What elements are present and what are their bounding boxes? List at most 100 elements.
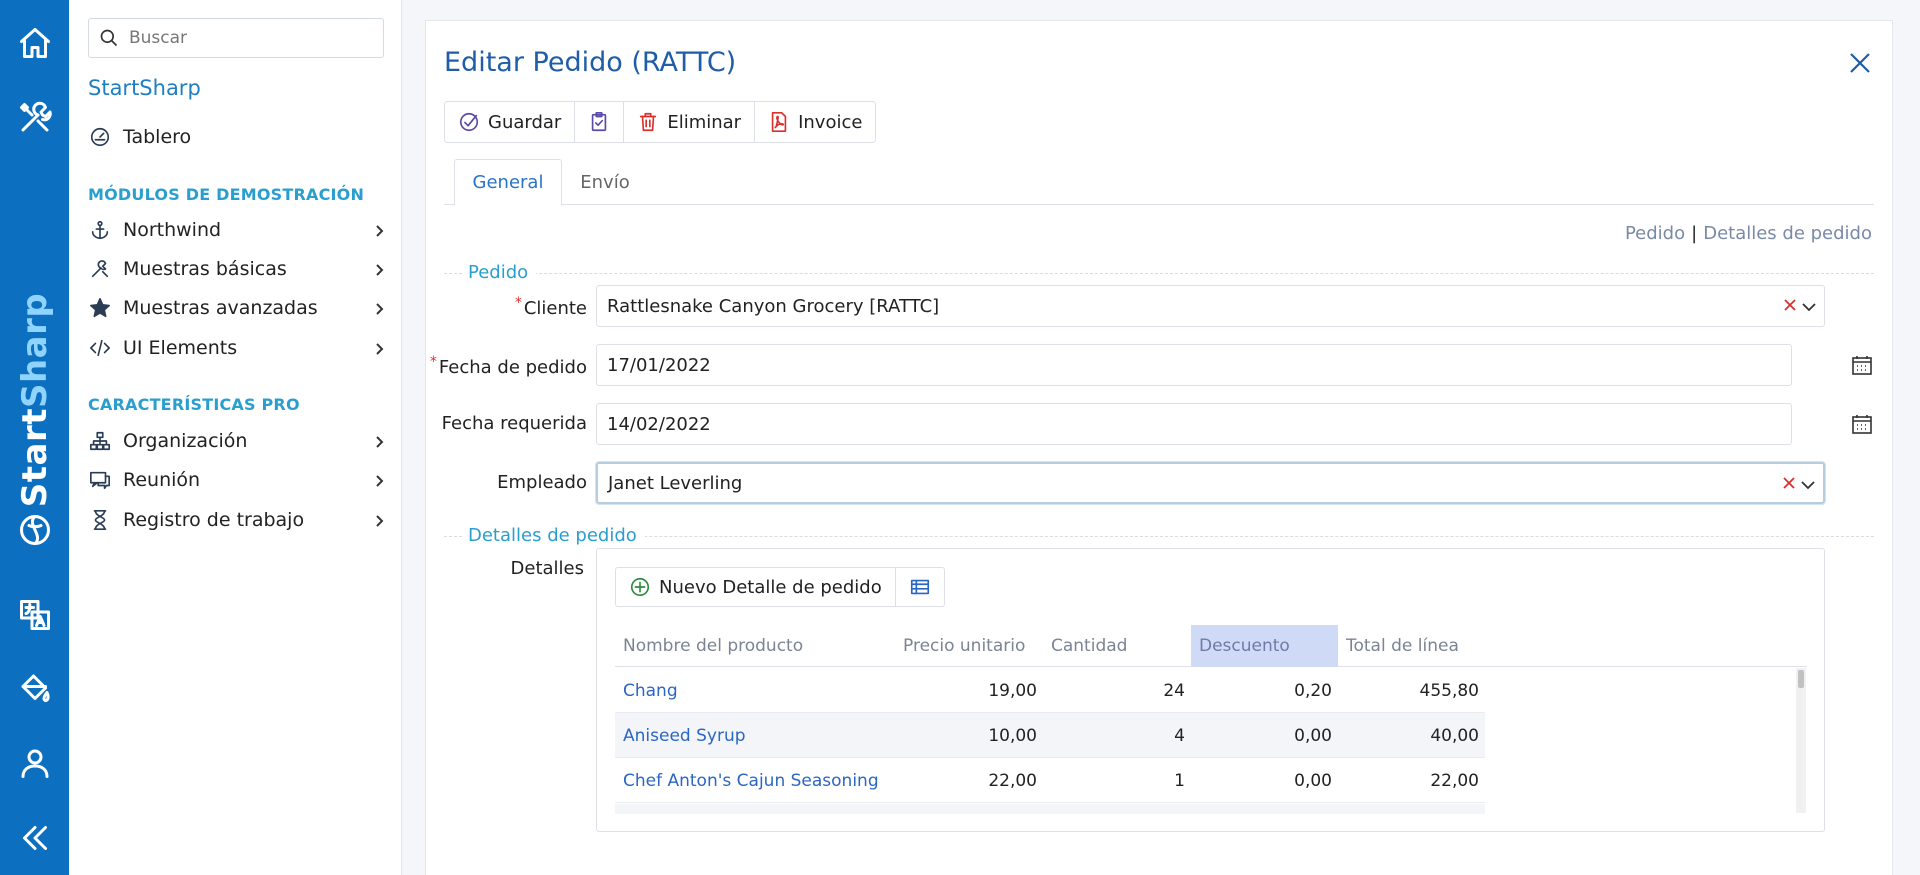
close-dialog-button[interactable] [1846,49,1874,77]
collapse-sidebar-icon[interactable] [0,813,69,863]
grid-vertical-scrollbar[interactable] [1796,668,1806,813]
cell-line-total: 22,00 [1430,770,1479,791]
chevron-right-icon [372,300,388,316]
detalles-label: Detalles [510,558,584,579]
cell-quantity: 24 [1163,680,1185,701]
sidebar-item-organization[interactable]: Organización [88,425,388,457]
tools-icon[interactable] [0,93,69,143]
col-header-line-total[interactable]: Total de línea [1338,625,1485,667]
clear-icon[interactable] [1781,475,1797,491]
cliente-label: * Cliente [514,295,587,319]
calendar-icon[interactable] [1850,353,1874,377]
sidebar: StartSharp Tablero MÓDULOS DE DEMOSTRACI… [69,0,402,875]
chevron-right-icon [372,222,388,238]
grid-header: Nombre del producto Precio unitario Cant… [615,625,1807,667]
sidebar-item-label: Registro de trabajo [123,509,305,531]
search-input[interactable] [129,28,369,48]
category-links: Pedido | Detalles de pedido [1625,223,1872,244]
sidebar-item-label: UI Elements [123,337,238,359]
grid-toolbar: Nuevo Detalle de pedido [615,567,945,607]
column-picker-button[interactable] [896,568,944,606]
sidebar-item-northwind[interactable]: Northwind [88,214,388,246]
cliente-select[interactable]: Rattlesnake Canyon Grocery [RATTC] [596,285,1825,327]
sitemap-icon [88,429,112,453]
cell-price: 22,00 [988,770,1037,791]
delete-button[interactable]: Eliminar [624,102,756,142]
category-title: Detalles de pedido [462,526,645,546]
link-detalles-pedido[interactable]: Detalles de pedido [1703,223,1872,244]
save-button[interactable]: Guardar [445,102,576,142]
crumb-separator: | [1691,223,1698,244]
sidebar-brand[interactable]: StartSharp [88,76,201,100]
translate-icon[interactable] [0,590,69,640]
cell-line-total: 455,80 [1419,680,1479,701]
section-demo-modules: MÓDULOS DE DEMOSTRACIÓN [88,185,365,204]
invoice-button[interactable]: Invoice [755,102,875,142]
delete-label: Eliminar [667,111,742,133]
col-header-discount[interactable]: Descuento [1191,625,1338,667]
chevron-right-icon [372,433,388,449]
clear-icon[interactable] [1782,297,1798,313]
empleado-select[interactable]: Janet Leverling [596,462,1825,504]
sidebar-item-meeting[interactable]: Reunión [88,464,388,496]
fecha-pedido-value: 17/01/2022 [607,354,711,376]
new-detail-label: Nuevo Detalle de pedido [659,576,882,598]
col-header-product[interactable]: Nombre del producto [615,625,895,667]
fecha-pedido-input[interactable]: 17/01/2022 [596,344,1792,386]
chevron-down-icon[interactable] [1800,298,1818,316]
sidebar-item-label: Tablero [123,126,192,148]
sidebar-item-label: Reunión [123,469,201,491]
link-pedido[interactable]: Pedido [1625,223,1685,244]
product-link[interactable]: Aniseed Syrup [615,713,895,758]
chevron-right-icon [372,340,388,356]
calendar-icon[interactable] [1850,412,1874,436]
apply-changes-button[interactable] [575,102,625,142]
sidebar-item-work-log[interactable]: Registro de trabajo [88,504,388,536]
order-details-editor: Nuevo Detalle de pedido Nombre del produ… [596,548,1825,832]
sidebar-item-advanced-samples[interactable]: Muestras avanzadas [88,292,388,324]
fecha-requerida-input[interactable]: 14/02/2022 [596,403,1792,445]
tab-general[interactable]: General [454,159,562,206]
sidebar-item-tablero[interactable]: Tablero [88,121,388,153]
category-pedido: Pedido [444,263,1874,283]
brand-logo-vertical: StartSharp [14,292,55,508]
meeting-icon [88,468,112,492]
save-label: Guardar [488,111,562,133]
col-header-quantity[interactable]: Cantidad [1043,625,1191,667]
table-row[interactable]: Chang 19,00 24 0,20 455,80 [615,668,1485,713]
brand-swirl-icon [0,505,69,555]
tab-envio[interactable]: Envío [570,159,640,205]
sidebar-item-ui-elements[interactable]: UI Elements [88,332,388,364]
required-mark: * [429,354,437,370]
search-box[interactable] [88,18,384,58]
empleado-value: Janet Leverling [608,472,743,494]
dialog-title: Editar Pedido (RATTC) [444,47,737,78]
new-detail-button[interactable]: Nuevo Detalle de pedido [616,568,896,606]
sidebar-item-label: Northwind [123,219,222,241]
paint-bucket-icon[interactable] [0,663,69,713]
product-link[interactable]: Chef Anton's Cajun Seasoning [615,758,895,803]
table-row[interactable]: Chef Anton's Cajun Seasoning 22,00 1 0,0… [615,758,1485,803]
table-row[interactable]: Aniseed Syrup 10,00 4 0,00 40,00 [615,713,1485,758]
sidebar-item-label: Organización [123,430,248,452]
user-icon[interactable] [0,738,69,788]
cell-line-total: 40,00 [1430,725,1479,746]
cell-discount: 0,20 [1294,680,1332,701]
chevron-right-icon [372,512,388,528]
sidebar-item-basic-samples[interactable]: Muestras básicas [88,253,388,285]
home-icon[interactable] [0,18,69,68]
cell-discount: 0,00 [1294,725,1332,746]
product-link[interactable]: Chang [615,668,895,713]
invoice-label: Invoice [798,111,863,133]
chevron-down-icon[interactable] [1799,476,1817,494]
pdf-file-icon [771,112,787,132]
col-header-price[interactable]: Precio unitario [895,625,1043,667]
hourglass-icon [88,508,112,532]
table-columns-icon [910,579,929,595]
grid-partial-row [615,804,1485,814]
field-row-empleado: Empleado Janet Leverling [444,462,1874,504]
code-icon [88,336,112,360]
fecha-requerida-label: Fecha requerida [441,413,587,434]
scrollbar-thumb[interactable] [1798,670,1804,688]
dialog-tabs: General Envío [444,159,1874,206]
